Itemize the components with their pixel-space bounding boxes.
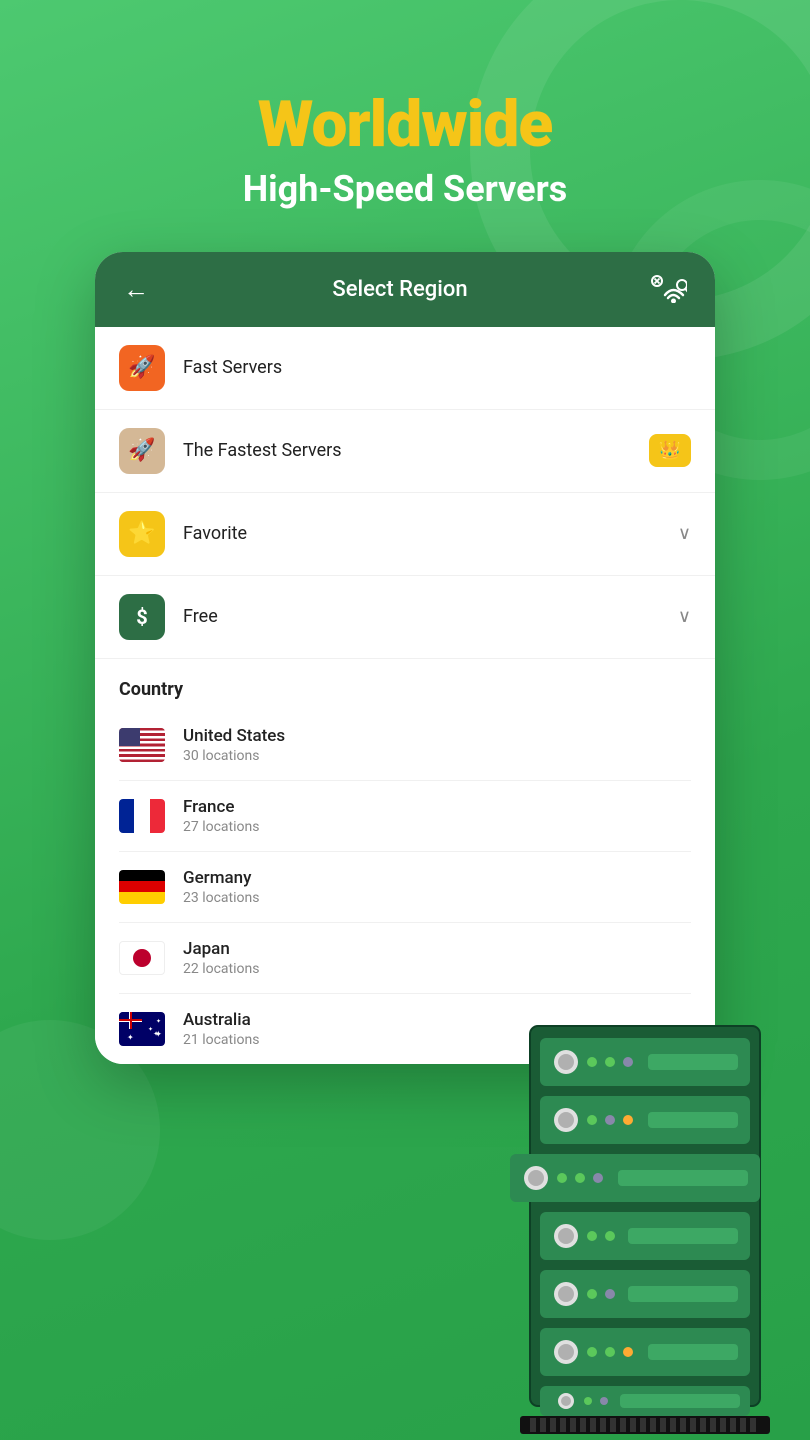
flag-au: ✦ ✦ ✦ ✦ ✦ bbox=[119, 1012, 165, 1046]
jp-name: Japan bbox=[183, 939, 691, 959]
country-item-us[interactable]: United States 30 locations bbox=[119, 710, 691, 781]
country-section: Country United States 30 locations bbox=[95, 659, 715, 1064]
flag-de bbox=[119, 870, 165, 904]
de-name: Germany bbox=[183, 868, 691, 888]
flag-us bbox=[119, 728, 165, 762]
fastest-servers-icon: 🚀 bbox=[119, 428, 165, 474]
crown-icon: 👑 bbox=[649, 434, 691, 467]
back-button[interactable]: ← bbox=[123, 274, 149, 305]
de-locations: 23 locations bbox=[183, 890, 691, 906]
wifi-search-icon[interactable] bbox=[651, 275, 687, 303]
flag-jp bbox=[119, 941, 165, 975]
menu-item-favorite[interactable]: ⭐ Favorite ∨ bbox=[95, 493, 715, 576]
de-info: Germany 23 locations bbox=[183, 868, 691, 906]
topbar-title: Select Region bbox=[149, 277, 651, 302]
country-item-de[interactable]: Germany 23 locations bbox=[119, 852, 691, 923]
fr-name: France bbox=[183, 797, 691, 817]
fast-servers-label: Fast Servers bbox=[183, 357, 691, 378]
server-rack-illustration bbox=[510, 1016, 790, 1440]
jp-locations: 22 locations bbox=[183, 961, 691, 977]
country-item-jp[interactable]: Japan 22 locations bbox=[119, 923, 691, 994]
page-title: Worldwide bbox=[0, 90, 810, 160]
menu-item-fastest-servers[interactable]: 🚀 The Fastest Servers 👑 bbox=[95, 410, 715, 493]
us-name: United States bbox=[183, 726, 691, 746]
country-header: Country bbox=[119, 659, 691, 710]
free-icon: $ bbox=[119, 594, 165, 640]
us-info: United States 30 locations bbox=[183, 726, 691, 764]
country-item-fr[interactable]: France 27 locations bbox=[119, 781, 691, 852]
phone-mockup: ← Select Region bbox=[95, 252, 715, 1064]
us-locations: 30 locations bbox=[183, 748, 691, 764]
flag-fr bbox=[119, 799, 165, 833]
menu-item-free[interactable]: $ Free ∨ bbox=[95, 576, 715, 659]
menu-list: 🚀 Fast Servers 🚀 The Fastest Servers 👑 ⭐… bbox=[95, 327, 715, 659]
menu-item-fast-servers[interactable]: 🚀 Fast Servers bbox=[95, 327, 715, 410]
page-subtitle: High-Speed Servers bbox=[0, 168, 810, 211]
favorite-label: Favorite bbox=[183, 523, 678, 544]
topbar: ← Select Region bbox=[95, 252, 715, 327]
fastest-servers-label: The Fastest Servers bbox=[183, 440, 649, 461]
favorite-chevron: ∨ bbox=[678, 523, 691, 544]
fr-locations: 27 locations bbox=[183, 819, 691, 835]
fr-info: France 27 locations bbox=[183, 797, 691, 835]
free-chevron: ∨ bbox=[678, 606, 691, 627]
favorite-icon: ⭐ bbox=[119, 511, 165, 557]
fast-servers-icon: 🚀 bbox=[119, 345, 165, 391]
free-label: Free bbox=[183, 606, 678, 627]
jp-info: Japan 22 locations bbox=[183, 939, 691, 977]
